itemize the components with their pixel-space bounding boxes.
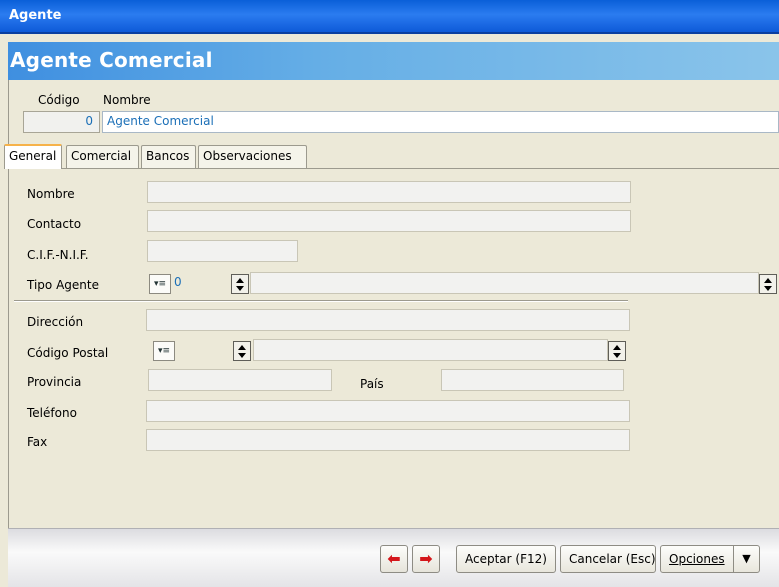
telefono-input[interactable] bbox=[146, 400, 630, 422]
telefono-label: Teléfono bbox=[27, 406, 77, 420]
codigo-postal-desc-input[interactable] bbox=[253, 339, 608, 361]
direccion-label: Dirección bbox=[27, 315, 84, 329]
section-divider bbox=[14, 300, 628, 302]
fax-input[interactable] bbox=[146, 429, 630, 451]
opciones-button[interactable]: Opciones ▼ bbox=[660, 545, 760, 573]
tipo-agente-lookup-icon[interactable]: ▾≡ bbox=[149, 274, 171, 294]
codigo-postal-lookup-icon[interactable]: ▾≡ bbox=[153, 341, 175, 361]
fax-label: Fax bbox=[27, 435, 48, 449]
pais-input[interactable] bbox=[441, 369, 624, 391]
direccion-input[interactable] bbox=[146, 309, 630, 331]
aceptar-button-label: Aceptar (F12) bbox=[465, 552, 547, 566]
tab-general[interactable]: General bbox=[4, 144, 62, 169]
arrow-left-icon[interactable]: ⬅ bbox=[380, 545, 408, 573]
contacto-input[interactable] bbox=[147, 210, 631, 232]
tipo-agente-spin-icon[interactable] bbox=[231, 274, 249, 294]
nombre-header-label: Nombre bbox=[103, 93, 151, 107]
chevron-down-icon[interactable]: ▼ bbox=[733, 546, 759, 572]
codigo-postal-label: Código Postal bbox=[27, 346, 109, 360]
codigo-field[interactable]: 0 bbox=[23, 111, 100, 133]
tab-comercial[interactable]: Comercial bbox=[66, 145, 139, 168]
tab-observaciones[interactable]: Observaciones bbox=[198, 145, 307, 168]
tab-bancos[interactable]: Bancos bbox=[141, 145, 196, 168]
form-header: Agente Comercial bbox=[8, 42, 779, 80]
cancelar-button-label: Cancelar (Esc) bbox=[569, 552, 656, 566]
nombre-record-field[interactable]: Agente Comercial bbox=[102, 111, 779, 133]
cif-label: C.I.F.-N.I.F. bbox=[27, 248, 89, 262]
aceptar-button[interactable]: Aceptar (F12) bbox=[456, 545, 556, 573]
form-title: Agente Comercial bbox=[10, 48, 213, 72]
provincia-input[interactable] bbox=[148, 369, 332, 391]
tipo-agente-desc-spin-icon[interactable] bbox=[759, 274, 777, 294]
opciones-button-label: Opciones bbox=[669, 552, 725, 566]
cif-input[interactable] bbox=[147, 240, 298, 262]
tipo-agente-label: Tipo Agente bbox=[27, 278, 99, 292]
provincia-label: Provincia bbox=[27, 375, 82, 389]
tipo-agente-desc-input[interactable] bbox=[250, 272, 759, 294]
cancelar-button[interactable]: Cancelar (Esc) bbox=[560, 545, 656, 573]
window-titlebar: Agente bbox=[0, 0, 779, 34]
pais-label: País bbox=[360, 377, 384, 391]
codigo-postal-spin-icon[interactable] bbox=[233, 341, 251, 361]
arrow-right-icon[interactable]: ➡ bbox=[412, 545, 440, 573]
codigo-postal-desc-spin-icon[interactable] bbox=[608, 341, 626, 361]
nombre-input[interactable] bbox=[147, 181, 631, 203]
contacto-label: Contacto bbox=[27, 217, 82, 231]
tipo-agente-value: 0 bbox=[174, 275, 182, 289]
nombre-label: Nombre bbox=[27, 187, 75, 201]
codigo-label: Código bbox=[38, 93, 80, 107]
window-title: Agente bbox=[9, 8, 62, 23]
